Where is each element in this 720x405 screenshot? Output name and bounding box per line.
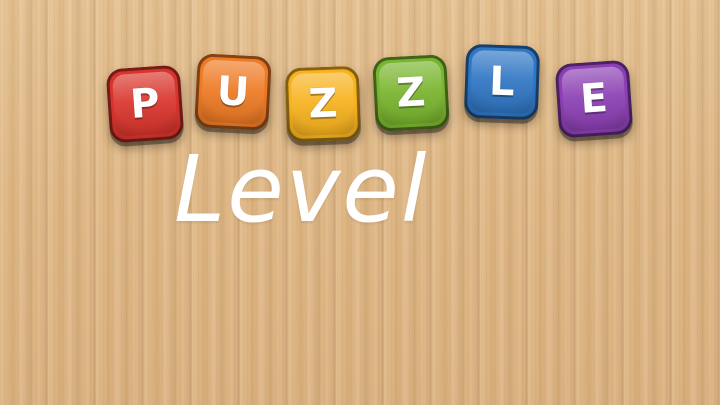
title-letter: E	[578, 75, 610, 123]
title-letter: Z	[395, 69, 427, 117]
title-tile-e: E	[554, 59, 634, 139]
title-letter: L	[488, 58, 516, 106]
game-screen: P U Z Z L E Level	[0, 0, 720, 405]
title-tile-u: U	[194, 53, 272, 131]
title-letter: U	[215, 68, 251, 116]
title-tile-z: Z	[372, 54, 450, 132]
title-tile-p: P	[105, 64, 185, 144]
level-heading: Level	[174, 136, 429, 243]
title-letter: P	[128, 80, 162, 128]
title-tile-l: L	[463, 43, 541, 121]
